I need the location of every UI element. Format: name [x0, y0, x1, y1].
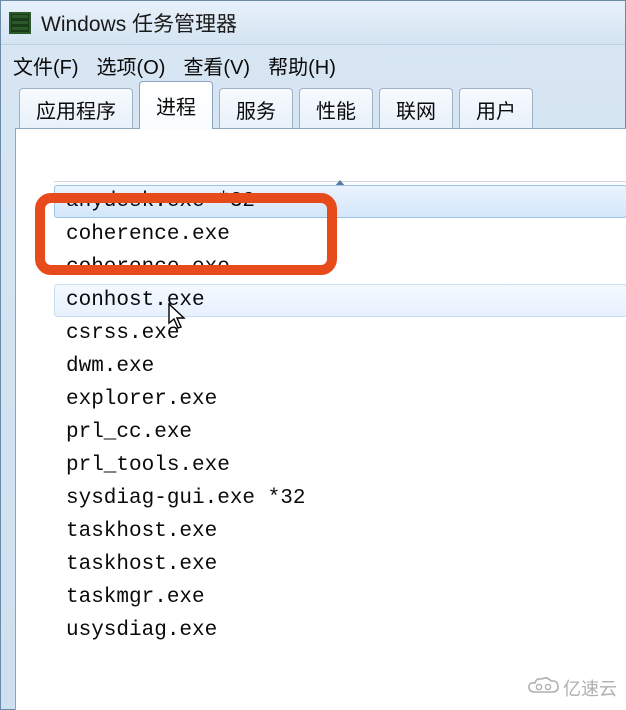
process-row[interactable]: usysdiag.exe — [54, 614, 626, 647]
process-row[interactable]: taskhost.exe — [54, 515, 626, 548]
task-manager-window: Windows 任务管理器 文件(F) 选项(O) 查看(V) 帮助(H) 应用… — [0, 0, 626, 710]
window-title: Windows 任务管理器 — [41, 8, 237, 38]
menu-options[interactable]: 选项(O) — [97, 51, 166, 80]
menu-file[interactable]: 文件(F) — [13, 51, 79, 80]
tab-services[interactable]: 服务 — [219, 88, 293, 130]
tab-strip: 应用程序 进程 服务 性能 联网 用户 — [1, 85, 625, 129]
tab-processes[interactable]: 进程 — [139, 81, 213, 129]
process-row[interactable]: sysdiag-gui.exe *32 — [54, 482, 626, 515]
process-row[interactable]: csrss.exe — [54, 317, 626, 350]
titlebar[interactable]: Windows 任务管理器 — [1, 1, 625, 45]
process-row[interactable]: prl_tools.exe — [54, 449, 626, 482]
menu-help[interactable]: 帮助(H) — [268, 51, 336, 80]
process-list[interactable]: anydesk.exe *32coherence.execoherence.ex… — [54, 185, 626, 710]
menubar: 文件(F) 选项(O) 查看(V) 帮助(H) — [1, 45, 625, 85]
process-row[interactable]: coherence.exe — [54, 251, 626, 284]
app-icon — [9, 12, 31, 34]
process-row[interactable]: anydesk.exe *32 — [54, 185, 626, 218]
cloud-icon — [527, 676, 561, 701]
process-row[interactable]: dwm.exe — [54, 350, 626, 383]
tab-applications[interactable]: 应用程序 — [19, 88, 133, 130]
process-row[interactable]: prl_cc.exe — [54, 416, 626, 449]
process-row[interactable]: conhost.exe — [54, 284, 626, 317]
tab-users[interactable]: 用户 — [459, 88, 533, 130]
process-row[interactable]: coherence.exe — [54, 218, 626, 251]
tab-networking[interactable]: 联网 — [379, 88, 453, 130]
watermark-text: 亿速云 — [563, 675, 617, 701]
tab-performance[interactable]: 性能 — [299, 88, 373, 130]
processes-panel: anydesk.exe *32coherence.execoherence.ex… — [15, 128, 626, 710]
process-row[interactable]: explorer.exe — [54, 383, 626, 416]
watermark: 亿速云 — [527, 675, 617, 701]
menu-view[interactable]: 查看(V) — [183, 51, 250, 80]
process-row[interactable]: taskhost.exe — [54, 548, 626, 581]
process-row[interactable]: taskmgr.exe — [54, 581, 626, 614]
